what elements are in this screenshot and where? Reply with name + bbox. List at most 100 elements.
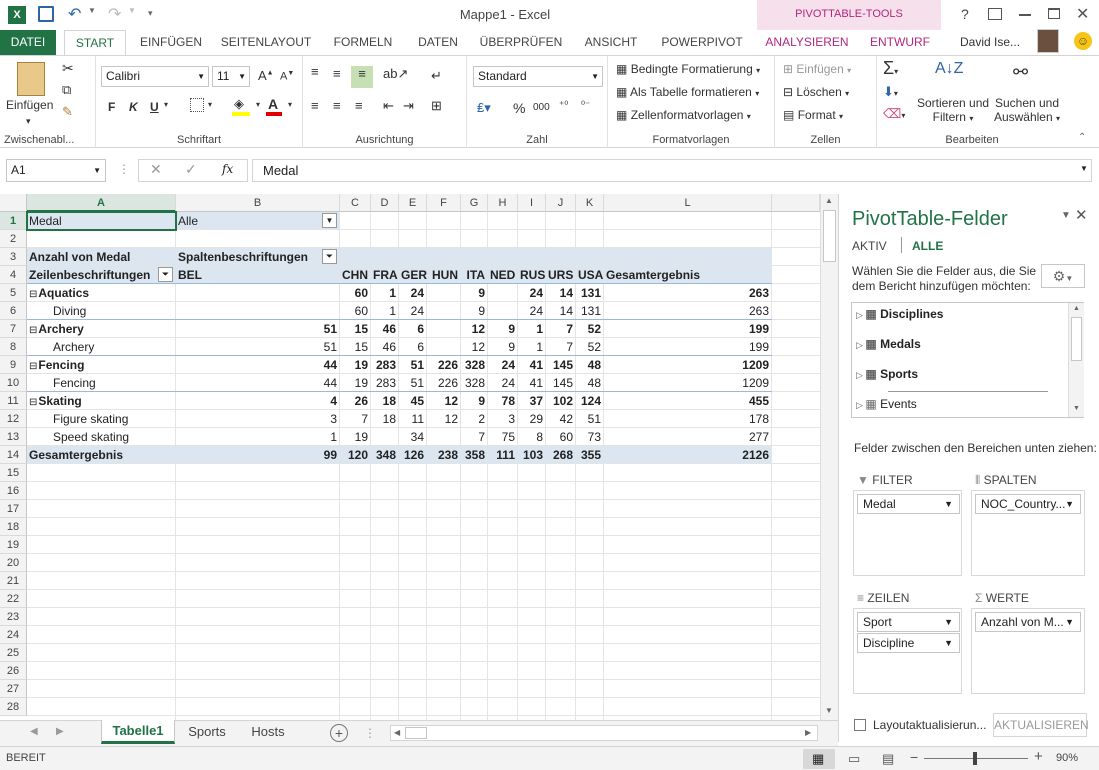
- row-field-item-discipline[interactable]: Discipline ▼: [857, 633, 960, 653]
- font-size-select[interactable]: 11 ▼: [212, 66, 250, 87]
- value-cell[interactable]: 226: [429, 356, 461, 374]
- expand-icon[interactable]: ▷: [856, 370, 865, 380]
- align-left-icon[interactable]: ≡: [311, 98, 319, 113]
- sport-label[interactable]: ⊟Skating: [29, 392, 176, 410]
- decrease-decimal-icon[interactable]: ⁰⁻: [581, 100, 590, 111]
- col-header-bel[interactable]: BEL: [178, 266, 340, 284]
- value-cell[interactable]: 1: [373, 302, 399, 320]
- redo-icon[interactable]: ↷: [108, 4, 121, 24]
- tab-powerpivot[interactable]: POWERPIVOT: [656, 30, 748, 55]
- discipline-label[interactable]: Figure skating: [53, 410, 176, 428]
- tab-insert[interactable]: EINFÜGEN: [132, 30, 210, 55]
- value-cell[interactable]: 15: [342, 320, 371, 338]
- grand-total-value[interactable]: 2126: [606, 446, 772, 464]
- value-cell[interactable]: 60: [342, 284, 371, 302]
- value-cell[interactable]: 99: [178, 446, 340, 464]
- align-middle-icon[interactable]: ≡: [333, 66, 341, 81]
- columns-drop-zone[interactable]: NOC_Country... ▼: [971, 490, 1085, 576]
- value-cell[interactable]: 358: [463, 446, 488, 464]
- value-cell[interactable]: 12: [429, 410, 461, 428]
- value-cell[interactable]: [429, 338, 461, 356]
- save-icon[interactable]: [38, 6, 54, 22]
- format-as-table-button[interactable]: ▦ Als Tabelle formatieren ▾: [616, 85, 759, 99]
- grand-total-value[interactable]: 199: [606, 338, 772, 356]
- col-header-e[interactable]: GER: [401, 266, 427, 284]
- insert-function-button[interactable]: fx: [222, 162, 233, 176]
- format-cells-button[interactable]: ▤ Format ▾: [783, 108, 843, 122]
- value-cell[interactable]: 44: [178, 356, 340, 374]
- value-cell[interactable]: [490, 302, 518, 320]
- scroll-right-icon[interactable]: ▶: [805, 728, 811, 737]
- scroll-left-icon[interactable]: ◀: [394, 728, 400, 737]
- column-filter-icon[interactable]: ⏷: [322, 249, 337, 264]
- row-header-22[interactable]: 22: [0, 590, 27, 608]
- zoom-out-icon[interactable]: −: [910, 749, 918, 765]
- value-cell[interactable]: 12: [429, 392, 461, 410]
- value-cell[interactable]: 328: [463, 356, 488, 374]
- row-header-7[interactable]: 7: [0, 320, 27, 338]
- copy-icon[interactable]: ⧉: [62, 82, 71, 98]
- value-cell[interactable]: 7: [463, 428, 488, 446]
- smiley-feedback-icon[interactable]: ☺: [1074, 32, 1092, 50]
- customize-qat-icon[interactable]: ▾: [148, 8, 153, 19]
- confirm-entry-icon[interactable]: ✓: [185, 161, 197, 178]
- row-header-17[interactable]: 17: [0, 500, 27, 518]
- value-cell[interactable]: 24: [401, 284, 427, 302]
- row-header-21[interactable]: 21: [0, 572, 27, 590]
- value-cell[interactable]: [429, 302, 461, 320]
- value-cell[interactable]: 51: [401, 356, 427, 374]
- value-cell[interactable]: 268: [548, 446, 576, 464]
- value-cell[interactable]: 26: [342, 392, 371, 410]
- values-drop-zone[interactable]: Anzahl von M... ▼: [971, 608, 1085, 694]
- value-cell[interactable]: 9: [463, 284, 488, 302]
- value-cell[interactable]: 19: [342, 356, 371, 374]
- value-cell[interactable]: 145: [548, 374, 576, 392]
- vertical-scrollbar[interactable]: ▲ ▼: [820, 194, 838, 720]
- grand-total-value[interactable]: 263: [606, 302, 772, 320]
- name-box[interactable]: A1 ▼: [6, 159, 106, 182]
- value-cell[interactable]: 15: [342, 338, 371, 356]
- avatar[interactable]: [1037, 29, 1059, 53]
- align-right-icon[interactable]: ≡: [355, 98, 363, 113]
- autosum-icon[interactable]: Σ▾: [883, 58, 898, 79]
- value-cell[interactable]: 24: [401, 302, 427, 320]
- value-cell[interactable]: 9: [463, 302, 488, 320]
- row-header-4[interactable]: 4: [0, 266, 27, 284]
- row-header-9[interactable]: 9: [0, 356, 27, 374]
- field-list-item[interactable]: ▷ ▦ Sports: [856, 365, 1066, 383]
- value-cell[interactable]: 1: [178, 428, 340, 446]
- value-cell[interactable]: 51: [178, 338, 340, 356]
- scroll-down-icon[interactable]: ▼: [825, 706, 833, 715]
- value-cell[interactable]: 42: [548, 410, 576, 428]
- sheet-tab-sports[interactable]: Sports: [180, 724, 234, 739]
- expand-icon[interactable]: ▷: [856, 310, 865, 320]
- value-cell[interactable]: 18: [373, 410, 399, 428]
- value-cell[interactable]: 124: [578, 392, 604, 410]
- chevron-down-icon[interactable]: ▼: [944, 495, 953, 513]
- value-cell[interactable]: 78: [490, 392, 518, 410]
- font-color-dropdown-icon[interactable]: ▾: [288, 100, 292, 109]
- cell-styles-button[interactable]: ▦ Zellenformatvorlagen ▾: [616, 108, 751, 122]
- redo-dropdown-icon[interactable]: ▼: [128, 6, 136, 15]
- increase-decimal-icon[interactable]: ⁺⁰: [559, 100, 568, 111]
- align-top-icon[interactable]: ≡: [311, 64, 319, 79]
- sport-label[interactable]: ⊟Aquatics: [29, 284, 176, 302]
- chevron-down-icon[interactable]: ▼: [1065, 495, 1074, 513]
- collapse-icon[interactable]: ⊟: [29, 397, 37, 408]
- column-field-item[interactable]: NOC_Country... ▼: [975, 494, 1081, 514]
- currency-icon[interactable]: ₤▾: [477, 100, 491, 116]
- row-header-5[interactable]: 5: [0, 284, 27, 302]
- minimize-icon[interactable]: [1019, 14, 1031, 16]
- scroll-up-icon[interactable]: ▲: [825, 196, 833, 205]
- field-list-item[interactable]: ▷ ▦ Events: [856, 395, 1066, 413]
- value-cell[interactable]: 131: [578, 284, 604, 302]
- value-cell[interactable]: 46: [373, 320, 399, 338]
- chevron-down-icon[interactable]: ▼: [944, 613, 953, 631]
- chevron-down-icon[interactable]: ▼: [1065, 613, 1074, 631]
- value-cell[interactable]: 29: [520, 410, 546, 428]
- value-cell[interactable]: [429, 284, 461, 302]
- sport-label[interactable]: ⊟Archery: [29, 320, 176, 338]
- format-painter-icon[interactable]: ✎: [62, 104, 73, 120]
- filter-drop-zone[interactable]: Medal ▼: [853, 490, 962, 576]
- value-cell[interactable]: 73: [578, 428, 604, 446]
